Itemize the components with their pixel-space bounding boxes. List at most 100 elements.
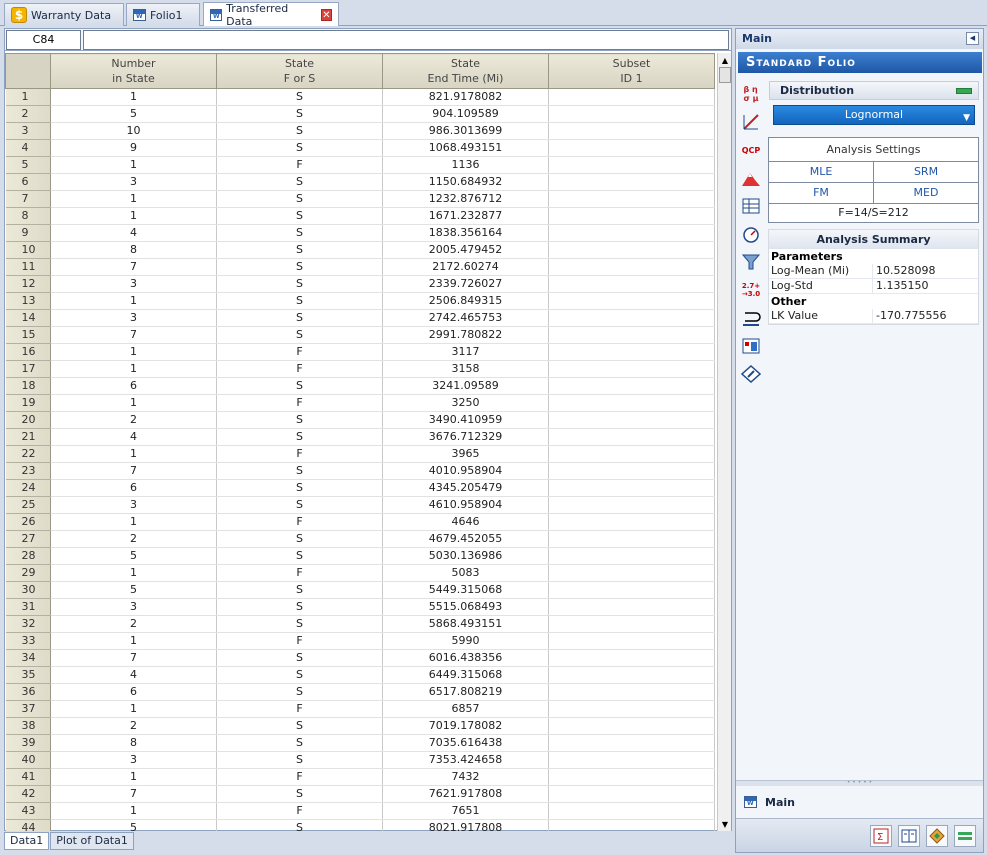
cell-state[interactable]: S (216, 785, 383, 803)
cell-state[interactable]: S (216, 190, 383, 208)
cell-subset-id[interactable] (548, 190, 715, 208)
calculate-icon[interactable]: 2.7+ →3.0 (740, 279, 762, 301)
cell-subset-id[interactable] (548, 224, 715, 242)
cell-state[interactable]: S (216, 207, 383, 225)
cell-end-time[interactable]: 4345.205479 (382, 479, 549, 497)
distribution-dropdown[interactable]: Lognormal ▼ (773, 105, 975, 125)
row-number[interactable]: 38 (5, 717, 51, 735)
cell-subset-id[interactable] (548, 122, 715, 140)
collapse-bar-icon[interactable] (956, 88, 972, 94)
cell-subset-id[interactable] (548, 768, 715, 786)
cell-subset-id[interactable] (548, 564, 715, 582)
table-row[interactable]: 10 8 S 2005.479452 (5, 241, 715, 259)
cell-end-time[interactable]: 4610.958904 (382, 496, 549, 514)
row-number[interactable]: 10 (5, 241, 51, 259)
row-number[interactable]: 8 (5, 207, 51, 225)
row-number[interactable]: 41 (5, 768, 51, 786)
cell-subset-id[interactable] (548, 649, 715, 667)
table-row[interactable]: 21 4 S 3676.712329 (5, 428, 715, 446)
cell-subset-id[interactable] (548, 598, 715, 616)
table-row[interactable]: 12 3 S 2339.726027 (5, 275, 715, 293)
cell-subset-id[interactable] (548, 751, 715, 769)
table-row[interactable]: 39 8 S 7035.616438 (5, 734, 715, 752)
row-number[interactable]: 23 (5, 462, 51, 480)
table-row[interactable]: 13 1 S 2506.849315 (5, 292, 715, 310)
cell-number-in-state[interactable]: 1 (50, 88, 217, 106)
row-number[interactable]: 25 (5, 496, 51, 514)
cell-end-time[interactable]: 3676.712329 (382, 428, 549, 446)
cell-state[interactable]: S (216, 615, 383, 633)
parameter-icon[interactable]: β ησ μ (740, 83, 762, 105)
cell-end-time[interactable]: 6517.808219 (382, 683, 549, 701)
table-row[interactable]: 35 4 S 6449.315068 (5, 666, 715, 684)
row-number[interactable]: 30 (5, 581, 51, 599)
table-row[interactable]: 9 4 S 1838.356164 (5, 224, 715, 242)
row-number[interactable]: 1 (5, 88, 51, 106)
cell-number-in-state[interactable]: 5 (50, 547, 217, 565)
vertical-scrollbar[interactable]: ▲ ▼ (717, 53, 731, 831)
cell-number-in-state[interactable]: 10 (50, 122, 217, 140)
table-row[interactable]: 38 2 S 7019.178082 (5, 717, 715, 735)
table-row[interactable]: 11 7 S 2172.60274 (5, 258, 715, 276)
cell-state[interactable]: S (216, 258, 383, 276)
table-row[interactable]: 8 1 S 1671.232877 (5, 207, 715, 225)
cell-end-time[interactable]: 5515.068493 (382, 598, 549, 616)
cell-state[interactable]: S (216, 88, 383, 106)
cell-end-time[interactable]: 3117 (382, 343, 549, 361)
cell-subset-id[interactable] (548, 462, 715, 480)
cell-number-in-state[interactable]: 7 (50, 258, 217, 276)
cell-number-in-state[interactable]: 1 (50, 190, 217, 208)
cell-end-time[interactable]: 2005.479452 (382, 241, 549, 259)
cell-subset-id[interactable] (548, 360, 715, 378)
cell-state[interactable]: S (216, 819, 383, 831)
cell-end-time[interactable]: 5449.315068 (382, 581, 549, 599)
close-tab-icon[interactable]: ✕ (320, 8, 332, 21)
cell-number-in-state[interactable]: 4 (50, 428, 217, 446)
row-number[interactable]: 15 (5, 326, 51, 344)
cell-end-time[interactable]: 821.9178082 (382, 88, 549, 106)
cell-end-time[interactable]: 7651 (382, 802, 549, 820)
row-number[interactable]: 20 (5, 411, 51, 429)
row-number[interactable]: 13 (5, 292, 51, 310)
cell-end-time[interactable]: 4010.958904 (382, 462, 549, 480)
cell-end-time[interactable]: 3158 (382, 360, 549, 378)
row-number[interactable]: 22 (5, 445, 51, 463)
cell-end-time[interactable]: 2991.780822 (382, 326, 549, 344)
table-row[interactable]: 44 5 S 8021.917808 (5, 819, 715, 831)
table-row[interactable]: 29 1 F 5083 (5, 564, 715, 582)
cell-state[interactable]: F (216, 802, 383, 820)
cell-end-time[interactable]: 1232.876712 (382, 190, 549, 208)
cell-state[interactable]: F (216, 360, 383, 378)
row-number[interactable]: 39 (5, 734, 51, 752)
cell-subset-id[interactable] (548, 547, 715, 565)
panel-splitter[interactable]: • • • • • (736, 780, 983, 786)
row-number[interactable]: 16 (5, 343, 51, 361)
table-row[interactable]: 25 3 S 4610.958904 (5, 496, 715, 514)
row-number[interactable]: 17 (5, 360, 51, 378)
cell-subset-id[interactable] (548, 411, 715, 429)
cell-end-time[interactable]: 6857 (382, 700, 549, 718)
cell-number-in-state[interactable]: 6 (50, 377, 217, 395)
cell-subset-id[interactable] (548, 258, 715, 276)
filter-icon[interactable] (740, 251, 762, 273)
cell-state[interactable]: S (216, 717, 383, 735)
cell-subset-id[interactable] (548, 802, 715, 820)
cell-subset-id[interactable] (548, 207, 715, 225)
cell-number-in-state[interactable]: 3 (50, 496, 217, 514)
row-number[interactable]: 11 (5, 258, 51, 276)
table-row[interactable]: 19 1 F 3250 (5, 394, 715, 412)
row-number[interactable]: 21 (5, 428, 51, 446)
cell-state[interactable]: F (216, 700, 383, 718)
censor-icon[interactable] (740, 307, 762, 329)
cell-state[interactable]: S (216, 751, 383, 769)
cell-number-in-state[interactable]: 7 (50, 462, 217, 480)
collapse-panel-icon[interactable] (954, 825, 976, 847)
cell-number-in-state[interactable]: 1 (50, 360, 217, 378)
cell-state[interactable]: F (216, 394, 383, 412)
table-row[interactable]: 31 3 S 5515.068493 (5, 598, 715, 616)
cell-subset-id[interactable] (548, 445, 715, 463)
method-med-button[interactable]: MED (873, 183, 978, 203)
cell-state[interactable]: F (216, 632, 383, 650)
cell-end-time[interactable]: 5030.136986 (382, 547, 549, 565)
cell-subset-id[interactable] (548, 292, 715, 310)
